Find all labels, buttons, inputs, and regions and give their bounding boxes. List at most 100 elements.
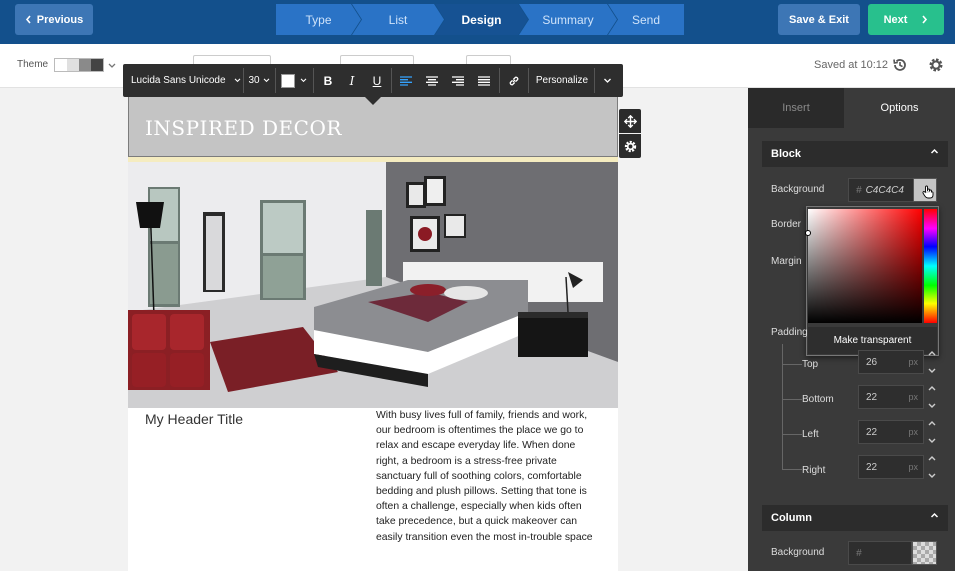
step-summary[interactable]: Summary bbox=[519, 4, 617, 35]
chevron-up-icon[interactable] bbox=[928, 455, 936, 461]
chevron-right-icon bbox=[922, 15, 928, 24]
padding-left-stepper[interactable] bbox=[926, 420, 938, 444]
tab-options[interactable]: Options bbox=[844, 88, 955, 128]
align-center-button[interactable] bbox=[421, 68, 443, 93]
saturation-value-area[interactable] bbox=[808, 209, 922, 323]
chevron-up-icon[interactable] bbox=[928, 420, 936, 426]
theme-swatch bbox=[79, 59, 91, 71]
history-icon[interactable] bbox=[892, 57, 908, 73]
font-size-select[interactable]: 30 bbox=[246, 68, 272, 93]
align-right-button[interactable] bbox=[447, 68, 469, 93]
padding-left-value: 22 bbox=[866, 426, 878, 438]
text-color-picker[interactable] bbox=[279, 68, 309, 93]
paragraph-line: bedding and plush pillows. Setting that … bbox=[376, 486, 587, 498]
padding-left-label: Left bbox=[802, 429, 819, 440]
chevron-up-icon[interactable] bbox=[928, 350, 936, 356]
align-center-icon bbox=[426, 75, 438, 86]
chevron-down-icon bbox=[234, 78, 240, 83]
chevron-up-icon[interactable] bbox=[928, 385, 936, 391]
padding-bottom-stepper[interactable] bbox=[926, 385, 938, 409]
margin-label: Margin bbox=[771, 256, 802, 267]
italic-button[interactable]: I bbox=[341, 68, 363, 93]
paragraph-line: take precedence, but a quick makeover ca… bbox=[376, 516, 578, 528]
padding-label: Padding bbox=[771, 327, 808, 338]
insert-link-button[interactable] bbox=[503, 68, 525, 93]
header-title[interactable]: My Header Title bbox=[145, 411, 243, 427]
step-label: Send bbox=[631, 12, 661, 27]
previous-button[interactable]: Previous bbox=[15, 4, 93, 35]
step-design[interactable]: Design bbox=[435, 4, 528, 35]
unit-label: px bbox=[908, 462, 918, 472]
underline-button[interactable]: U bbox=[366, 68, 388, 93]
chevron-down-icon[interactable] bbox=[928, 368, 936, 374]
saved-status: Saved at 10:12 bbox=[814, 59, 889, 71]
tab-insert[interactable]: Insert bbox=[748, 88, 844, 128]
more-options-button[interactable] bbox=[597, 68, 617, 93]
step-label: List bbox=[388, 12, 408, 27]
chevron-down-icon[interactable] bbox=[928, 403, 936, 409]
chevron-down-icon[interactable] bbox=[928, 473, 936, 479]
text-color-swatch bbox=[281, 73, 295, 88]
body-paragraph[interactable]: With busy lives full of family, friends … bbox=[376, 408, 612, 545]
step-send[interactable]: Send bbox=[608, 4, 684, 35]
paragraph-line: easily transition even the most in-troub… bbox=[376, 531, 593, 543]
padding-bottom-label: Bottom bbox=[802, 394, 834, 405]
align-left-icon bbox=[400, 75, 412, 86]
personalize-button[interactable]: Personalize bbox=[532, 68, 592, 93]
unit-label: px bbox=[908, 427, 918, 437]
border-label: Border bbox=[771, 219, 802, 230]
save-exit-button[interactable]: Save & Exit bbox=[778, 4, 860, 35]
padding-top-input[interactable]: 26 px bbox=[858, 350, 924, 374]
step-type[interactable]: Type bbox=[276, 4, 361, 35]
hue-slider[interactable] bbox=[924, 209, 937, 323]
padding-tree-branch bbox=[782, 469, 802, 470]
paragraph-line: relax and escape everyday life. When don… bbox=[376, 440, 576, 452]
column-section-title: Column bbox=[771, 512, 812, 524]
previous-label: Previous bbox=[36, 13, 84, 26]
align-right-icon bbox=[452, 75, 464, 86]
paragraph-line: often a challenge, especially when kids … bbox=[376, 501, 582, 513]
chevron-down-icon[interactable] bbox=[108, 63, 116, 69]
padding-right-value: 22 bbox=[866, 461, 878, 473]
brand-title[interactable]: INSPIRED DECOR bbox=[145, 116, 342, 140]
bold-button[interactable]: B bbox=[317, 68, 339, 93]
padding-top-value: 26 bbox=[866, 356, 878, 368]
padding-tree-line bbox=[782, 344, 783, 470]
font-family-value: Lucida Sans Unicode bbox=[131, 75, 226, 86]
paragraph-line: With busy lives full of family, friends … bbox=[376, 410, 588, 421]
padding-top-stepper[interactable] bbox=[926, 350, 938, 374]
column-section-header[interactable]: Column bbox=[762, 505, 948, 531]
step-label: Type bbox=[305, 12, 332, 27]
padding-bottom-input[interactable]: 22 px bbox=[858, 385, 924, 409]
padding-right-stepper[interactable] bbox=[926, 455, 938, 479]
paragraph-line: our bedroom is oftentimes the place we g… bbox=[376, 425, 584, 437]
toolbar-separator bbox=[499, 68, 500, 93]
gear-icon[interactable] bbox=[928, 57, 944, 73]
unit-label: px bbox=[908, 392, 918, 402]
column-background-swatch[interactable] bbox=[912, 541, 937, 565]
padding-left-input[interactable]: 22 px bbox=[858, 420, 924, 444]
toolbar-separator bbox=[594, 68, 595, 93]
next-button[interactable]: Next bbox=[868, 4, 944, 35]
theme-swatch bbox=[55, 59, 67, 71]
chevron-down-icon[interactable] bbox=[928, 438, 936, 444]
theme-swatches[interactable] bbox=[54, 58, 104, 72]
align-left-button[interactable] bbox=[395, 68, 417, 93]
align-justify-button[interactable] bbox=[473, 68, 495, 93]
block-settings-button[interactable] bbox=[619, 134, 641, 158]
background-color-value: C4C4C4 bbox=[865, 184, 904, 196]
step-list[interactable]: List bbox=[352, 4, 444, 35]
padding-tree-branch bbox=[782, 364, 802, 365]
column-background-input[interactable]: # bbox=[848, 541, 912, 565]
block-section-header[interactable]: Block bbox=[762, 141, 948, 167]
color-picker-handle[interactable] bbox=[805, 230, 811, 236]
font-size-value: 30 bbox=[248, 75, 260, 86]
padding-right-input[interactable]: 22 px bbox=[858, 455, 924, 479]
background-color-input[interactable]: # C4C4C4 bbox=[848, 178, 914, 202]
font-family-select[interactable]: Lucida Sans Unicode bbox=[131, 68, 241, 93]
move-block-button[interactable] bbox=[619, 109, 641, 133]
padding-tree-branch bbox=[782, 434, 802, 435]
bedroom-hero-image[interactable] bbox=[128, 162, 618, 408]
padding-bottom-value: 22 bbox=[866, 391, 878, 403]
toolbar-separator bbox=[275, 68, 276, 93]
